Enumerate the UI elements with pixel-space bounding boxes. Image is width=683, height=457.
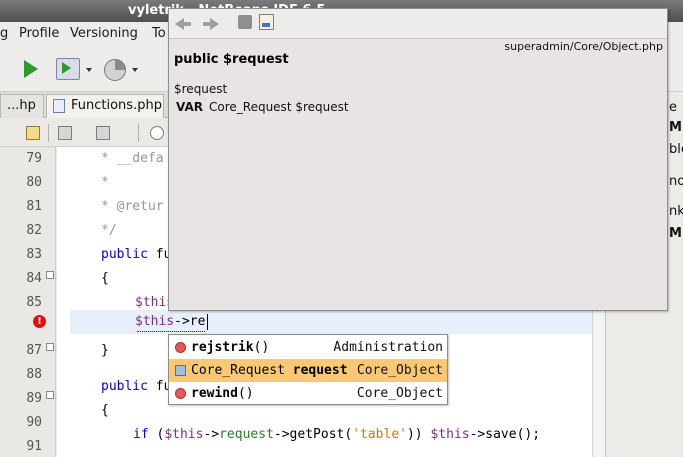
fold-toggle-icon[interactable] xyxy=(46,343,54,351)
code-line-83: public fu xyxy=(101,247,172,262)
line-number: 91 xyxy=(26,439,42,454)
doc-forward-icon[interactable] xyxy=(201,16,219,32)
side-panel-text: ble xyxy=(669,142,683,157)
completion-item-rejstrik[interactable]: rejstrik() Administration xyxy=(169,336,447,359)
completion-item-label: rewind() xyxy=(191,386,254,401)
line-number: 83 xyxy=(26,247,42,262)
completion-item-origin: Core_Object xyxy=(356,363,443,378)
line-number: 89 xyxy=(26,391,42,406)
error-icon[interactable]: ! xyxy=(33,315,46,328)
menu-item-go[interactable]: g xyxy=(0,22,8,46)
tab-hp[interactable]: ...hp xyxy=(0,94,44,118)
doc-file-path: superadmin/Core/Object.php xyxy=(504,40,663,53)
code-line-80: * xyxy=(101,175,109,190)
forward-icon[interactable] xyxy=(96,126,110,140)
profile-icon[interactable] xyxy=(104,59,126,81)
code-line-89: public fu xyxy=(101,379,172,394)
back-icon[interactable] xyxy=(58,126,72,140)
side-panel-text: nor xyxy=(669,174,683,189)
error-underline xyxy=(137,330,205,332)
chevron-down-icon[interactable] xyxy=(132,68,138,72)
side-panel-text: ML xyxy=(669,120,683,135)
fold-toggle-icon[interactable] xyxy=(46,271,54,279)
side-panel-text: nk xyxy=(669,204,683,219)
doc-var-name: $request xyxy=(174,82,228,96)
debug-project-icon[interactable] xyxy=(56,58,80,80)
menu-item-tools[interactable]: To xyxy=(152,22,166,46)
documentation-popup: superadmin/Core/Object.php public $reque… xyxy=(168,8,668,311)
php-file-icon xyxy=(53,99,65,113)
side-panel-text: e xyxy=(669,100,677,115)
side-panel-text: ML xyxy=(669,226,683,241)
chevron-down-icon[interactable] xyxy=(86,68,92,72)
tab-functions-php[interactable]: Functions.php xyxy=(46,94,164,118)
code-line-87: } xyxy=(101,343,109,358)
line-number: 84 xyxy=(26,271,42,286)
doc-toolbar xyxy=(169,9,667,39)
line-number: 90 xyxy=(26,415,42,430)
code-line-79: * __defa xyxy=(101,151,164,166)
line-number: 81 xyxy=(26,199,42,214)
toolbar-divider xyxy=(138,124,139,142)
completion-item-origin: Administration xyxy=(333,340,443,355)
completion-item-label: Core_Request request xyxy=(191,363,348,378)
line-number: 82 xyxy=(26,223,42,238)
tab-label: ...hp xyxy=(7,98,36,113)
code-line-82: */ xyxy=(101,223,117,238)
field-icon xyxy=(175,365,186,376)
menu-item-versioning[interactable]: Versioning xyxy=(70,22,138,46)
line-number: 80 xyxy=(26,175,42,190)
code-line-90: { xyxy=(101,403,109,418)
line-number: 87 xyxy=(26,343,42,358)
run-icon[interactable] xyxy=(24,60,40,78)
text-caret xyxy=(207,314,208,330)
method-icon xyxy=(175,388,186,399)
completion-item-label: rejstrik() xyxy=(191,340,270,355)
toolbar-divider xyxy=(48,124,49,142)
line-number: 79 xyxy=(26,151,42,166)
tab-label: Functions.php xyxy=(71,98,162,113)
doc-var-type: Core_Request $request xyxy=(209,100,349,114)
ide-window: vyletrik - NetBeans IDE 6.5 g Profile Ve… xyxy=(0,0,683,457)
open-in-browser-icon[interactable] xyxy=(259,14,274,30)
last-edit-icon[interactable] xyxy=(26,126,40,140)
code-line-84: { xyxy=(101,271,109,286)
menu-item-profile[interactable]: Profile xyxy=(19,22,59,46)
completion-item-rewind[interactable]: rewind() Core_Object xyxy=(169,382,447,405)
find-icon[interactable] xyxy=(150,126,164,140)
code-line-81: * @retur xyxy=(101,199,164,214)
completion-item-request[interactable]: Core_Request request Core_Object xyxy=(169,359,447,382)
fold-toggle-icon[interactable] xyxy=(46,391,54,399)
doc-heading: public $request xyxy=(174,52,289,67)
method-icon xyxy=(175,342,186,353)
line-number: 85 xyxy=(26,295,42,310)
doc-back-icon[interactable] xyxy=(175,16,193,32)
code-completion-popup: rejstrik() Administration Core_Request r… xyxy=(168,334,448,405)
goto-source-icon[interactable] xyxy=(238,15,252,29)
doc-var-line: VAR Core_Request $request xyxy=(176,100,349,114)
line-number: 88 xyxy=(26,367,42,382)
doc-var-keyword: VAR xyxy=(176,100,203,114)
line-number-gutter: 79 80 81 82 83 84 85 87 88 89 90 91 ! xyxy=(0,147,56,457)
completion-item-origin: Core_Object xyxy=(356,386,443,401)
code-line-91: if ($this->request->getPost('table')) $t… xyxy=(133,427,541,442)
